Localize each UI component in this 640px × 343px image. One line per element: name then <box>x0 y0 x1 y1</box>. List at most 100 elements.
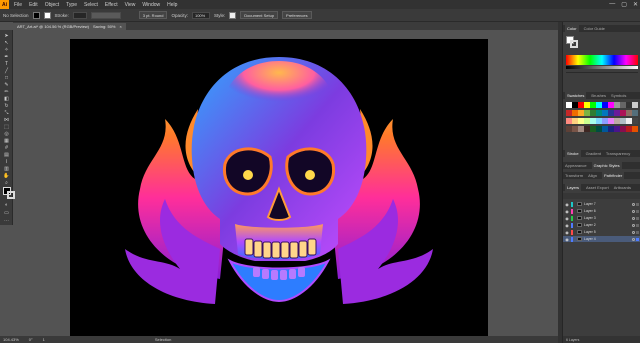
layer-name[interactable]: Layer 6 <box>584 209 596 213</box>
target-circle-icon[interactable] <box>632 237 635 241</box>
opacity-field[interactable]: 100% <box>191 11 210 19</box>
paintbrush-tool-icon[interactable]: ✎ <box>2 82 11 88</box>
zoom-level[interactable]: 104.43% <box>3 337 19 342</box>
preferences-button[interactable]: Preferences <box>282 11 312 19</box>
variable-width-profile[interactable] <box>90 11 121 19</box>
target-circle-icon[interactable] <box>632 230 635 234</box>
visibility-eye-icon[interactable]: ◉ <box>563 230 571 235</box>
eraser-tool-icon[interactable]: ◧ <box>2 96 11 102</box>
tab-graphic-styles[interactable]: Graphic Styles <box>591 162 622 169</box>
artboard-number[interactable]: 1 <box>43 337 45 342</box>
type-tool-icon[interactable]: T <box>2 61 11 67</box>
line-tool-icon[interactable]: ╱ <box>2 68 11 74</box>
target-circle-icon[interactable] <box>632 223 635 227</box>
menu-help[interactable]: Help <box>167 2 177 8</box>
shape-builder-tool-icon[interactable]: ◎ <box>2 131 11 137</box>
tab-brushes[interactable]: Brushes <box>591 93 606 98</box>
layer-name[interactable]: Layer 5 <box>584 230 596 234</box>
stroke-color-swatch[interactable] <box>43 11 51 19</box>
tab-swatches[interactable]: Swatches <box>565 92 587 99</box>
tab-gradient[interactable]: Gradient <box>586 151 601 156</box>
close-tab-icon[interactable]: × <box>119 24 121 29</box>
selection-indicator[interactable] <box>636 230 639 234</box>
layer-name[interactable]: Layer 3 <box>584 216 596 220</box>
selection-indicator[interactable] <box>636 216 639 220</box>
maximize-button[interactable]: ▢ <box>621 1 627 8</box>
target-circle-icon[interactable] <box>632 209 635 213</box>
visibility-eye-icon[interactable]: ◉ <box>563 209 571 214</box>
menu-edit[interactable]: Edit <box>29 2 38 8</box>
width-tool-icon[interactable]: ⋈ <box>2 117 11 123</box>
tab-pathfinder[interactable]: Pathfinder <box>601 172 625 179</box>
mesh-tool-icon[interactable]: # <box>2 145 11 151</box>
hand-tool-icon[interactable]: ✋ <box>2 173 11 179</box>
document-setup-button[interactable]: Document Setup <box>240 11 279 19</box>
tab-appearance[interactable]: Appearance <box>565 163 587 168</box>
close-window-button[interactable]: ✕ <box>633 1 638 8</box>
menu-view[interactable]: View <box>125 2 136 8</box>
free-transform-tool-icon[interactable]: ⬚ <box>2 124 11 130</box>
stroke-weight-field[interactable] <box>72 11 87 19</box>
layer-name[interactable]: Layer 2 <box>584 223 596 227</box>
rectangle-tool-icon[interactable]: □ <box>2 75 11 81</box>
minimize-button[interactable]: — <box>609 1 615 8</box>
layer-name[interactable]: Layer 7 <box>584 202 596 206</box>
layer-row[interactable]: ◉ Layer 2 <box>563 222 640 228</box>
layer-row[interactable]: ◉ Layer 3 <box>563 215 640 221</box>
drawing-modes-icon[interactable]: ◐ <box>2 202 11 208</box>
visibility-eye-icon[interactable]: ◉ <box>563 223 571 228</box>
menu-object[interactable]: Object <box>45 2 59 8</box>
rotate-tool-icon[interactable]: ↻ <box>2 103 11 109</box>
layer-name[interactable]: Layer 4 <box>584 237 596 241</box>
stroke-swatch[interactable] <box>7 191 15 199</box>
rotation-angle[interactable]: 0° <box>29 337 33 342</box>
grayscale-ramp[interactable] <box>566 66 638 69</box>
tab-stroke[interactable]: Stroke <box>565 150 581 157</box>
menu-effect[interactable]: Effect <box>105 2 118 8</box>
selection-indicator[interactable] <box>636 202 639 206</box>
tab-color[interactable]: Color <box>565 25 579 32</box>
color-stroke-box[interactable] <box>570 40 578 48</box>
selection-indicator[interactable] <box>636 209 639 213</box>
layer-row[interactable]: ◉ Layer 5 <box>563 229 640 235</box>
layer-row[interactable]: ◉ Layer 6 <box>563 208 640 214</box>
tab-transform[interactable]: Transform <box>565 173 583 178</box>
tab-symbols[interactable]: Symbols <box>611 93 626 98</box>
menu-window[interactable]: Window <box>142 2 160 8</box>
tab-asset-export[interactable]: Asset Export <box>586 185 609 190</box>
zoom-tool-icon[interactable]: ⌕ <box>2 180 11 186</box>
perspective-grid-tool-icon[interactable]: ▦ <box>2 138 11 144</box>
tab-artboards[interactable]: Artboards <box>614 185 631 190</box>
artboard[interactable] <box>70 39 488 336</box>
gradient-tool-icon[interactable]: ▤ <box>2 152 11 158</box>
swatch-grid[interactable] <box>566 102 638 147</box>
selection-indicator[interactable] <box>636 223 639 227</box>
fill-color-swatch[interactable] <box>32 11 40 19</box>
tab-layers[interactable]: Layers <box>565 184 582 191</box>
target-circle-icon[interactable] <box>632 202 635 206</box>
visibility-eye-icon[interactable]: ◉ <box>563 216 571 221</box>
tab-align[interactable]: Align <box>588 173 597 178</box>
menu-file[interactable]: File <box>14 2 22 8</box>
color-spectrum-bar[interactable] <box>566 55 638 65</box>
selection-tool-icon[interactable]: ➤ <box>2 33 11 39</box>
menu-type[interactable]: Type <box>66 2 77 8</box>
layers-search-row[interactable] <box>563 193 640 199</box>
layer-row-selected[interactable]: ◉ Layer 4 <box>563 236 640 242</box>
layer-row[interactable]: ◉ Layer 7 <box>563 201 640 207</box>
graphic-style-swatch[interactable] <box>229 11 237 19</box>
scale-tool-icon[interactable]: ⤡ <box>2 110 11 116</box>
brush-definition-dropdown[interactable]: 3 pt. Round <box>138 11 168 19</box>
visibility-eye-icon[interactable]: ◉ <box>563 202 571 207</box>
tab-transparency[interactable]: Transparency <box>606 151 630 156</box>
direct-selection-tool-icon[interactable]: ↖ <box>2 40 11 46</box>
tab-color-guide[interactable]: Color Guide <box>584 26 605 31</box>
graph-tool-icon[interactable]: ▥ <box>2 166 11 172</box>
pencil-tool-icon[interactable]: ✏ <box>2 89 11 95</box>
screen-mode-icon[interactable]: ▭ <box>2 210 11 216</box>
menu-select[interactable]: Select <box>84 2 98 8</box>
pen-tool-icon[interactable]: ✒ <box>2 54 11 60</box>
edit-toolbar-icon[interactable]: ⋯ <box>2 218 11 224</box>
selection-indicator[interactable] <box>636 237 639 241</box>
visibility-eye-icon[interactable]: ◉ <box>563 237 571 242</box>
